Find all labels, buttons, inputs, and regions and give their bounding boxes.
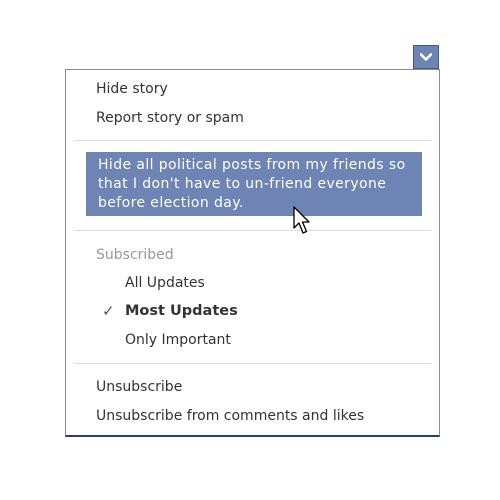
- menu-divider: [74, 140, 431, 141]
- report-story-item[interactable]: Report story or spam: [96, 109, 244, 127]
- menu-divider: [74, 230, 431, 231]
- all-updates-option[interactable]: All Updates: [125, 274, 205, 292]
- hide-political-posts-item[interactable]: Hide all political posts from my friends…: [86, 152, 422, 216]
- menu-toggle-button[interactable]: [413, 45, 439, 69]
- unsubscribe-item[interactable]: Unsubscribe: [96, 378, 182, 396]
- checkmark-icon: ✓: [102, 302, 115, 320]
- mouse-pointer-icon: [293, 206, 310, 234]
- chevron-down-icon: [420, 53, 432, 61]
- menu-divider: [74, 363, 431, 364]
- only-important-option[interactable]: Only Important: [125, 331, 231, 349]
- unsubscribe-comments-item[interactable]: Unsubscribe from comments and likes: [96, 407, 364, 425]
- story-options-menu: Hide story Report story or spam Hide all…: [65, 69, 440, 437]
- most-updates-option[interactable]: Most Updates: [125, 302, 238, 320]
- highlight-line: that I don't have to un-friend everyone: [98, 176, 387, 192]
- hide-story-item[interactable]: Hide story: [96, 80, 168, 98]
- highlight-line: before election day.: [98, 195, 244, 211]
- highlight-line: Hide all political posts from my friends…: [98, 157, 406, 173]
- subscribed-header: Subscribed: [96, 247, 174, 263]
